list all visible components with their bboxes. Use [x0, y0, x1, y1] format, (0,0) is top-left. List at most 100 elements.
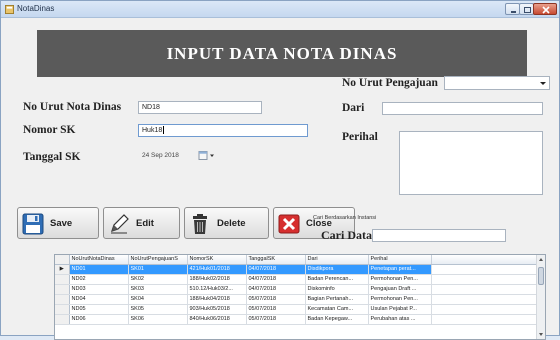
row-filler	[431, 264, 538, 275]
table-cell[interactable]: 04/07/2018	[246, 274, 306, 285]
table-cell[interactable]: SK05	[128, 304, 188, 315]
table-row[interactable]: ND04 SK04 188/Huk04/2018 05/07/2018 Bagi…	[55, 294, 538, 305]
delete-button[interactable]: Delete	[184, 207, 269, 239]
scroll-up-arrow-icon[interactable]	[539, 258, 543, 261]
red-x-icon	[278, 214, 300, 234]
table-cell[interactable]: 903/Huk05/2018	[187, 304, 247, 315]
nomor-sk-label: Nomor SK	[23, 124, 76, 136]
row-filler	[431, 274, 538, 285]
table-cell[interactable]: 05/07/2018	[246, 294, 306, 305]
scrollbar-thumb[interactable]	[538, 267, 544, 285]
vertical-scrollbar[interactable]	[536, 255, 545, 339]
delete-button-label: Delete	[217, 218, 246, 229]
table-row[interactable]: ND05 SK05 903/Huk05/2018 05/07/2018 Keca…	[55, 304, 538, 315]
title-bar[interactable]: NotaDinas	[1, 1, 559, 18]
row-header[interactable]	[55, 314, 70, 325]
table-cell[interactable]: 05/07/2018	[246, 304, 306, 315]
table-cell[interactable]: ND06	[69, 314, 129, 325]
table-cell[interactable]: Perubahan atas ...	[368, 314, 432, 325]
grid-table: NoUrutNotaDinas NoUrutPengajuanS NomorSK…	[55, 255, 538, 325]
column-header[interactable]: NoUrutPengajuanS	[128, 255, 188, 265]
row-filler	[431, 284, 538, 295]
column-header[interactable]: NomorSK	[187, 255, 247, 265]
table-cell[interactable]: 04/07/2018	[246, 264, 306, 275]
edit-button[interactable]: Edit	[103, 207, 180, 239]
table-cell[interactable]: SK03	[128, 284, 188, 295]
minimize-button[interactable]	[505, 3, 520, 15]
nota-dinas-grid[interactable]: NoUrutNotaDinas NoUrutPengajuanS NomorSK…	[54, 254, 546, 340]
table-cell[interactable]: 04/07/2018	[246, 284, 306, 295]
no-urut-pengajuan-label: No Urut Pengajuan	[342, 77, 438, 89]
edit-button-label: Edit	[136, 218, 154, 229]
save-button-label: Save	[50, 218, 73, 229]
search-input[interactable]	[372, 229, 506, 242]
table-cell[interactable]: 05/07/2018	[246, 314, 306, 325]
row-header[interactable]	[55, 294, 70, 305]
column-header[interactable]: Perihal	[368, 255, 432, 265]
table-cell[interactable]: SK01	[128, 264, 188, 275]
trash-bin-icon	[193, 214, 207, 234]
row-filler	[431, 294, 538, 305]
nomor-sk-value: Huk18	[142, 127, 163, 134]
column-header-filler	[431, 255, 538, 265]
perihal-textarea[interactable]	[399, 131, 543, 195]
table-cell[interactable]: Penetapan perat...	[368, 264, 432, 275]
row-filler	[431, 304, 538, 315]
table-cell[interactable]: Kecamatan Cam...	[305, 304, 369, 315]
no-urut-pengajuan-combobox[interactable]	[444, 76, 550, 90]
row-filler	[431, 314, 538, 325]
nomor-sk-field[interactable]: Huk18	[138, 124, 308, 137]
text-caret	[163, 126, 165, 135]
table-cell[interactable]: SK04	[128, 294, 188, 305]
row-header[interactable]	[55, 304, 70, 315]
no-urut-nota-dinas-field[interactable]: ND18	[138, 101, 262, 114]
save-button[interactable]: Save	[17, 207, 99, 239]
table-cell[interactable]: ND05	[69, 304, 129, 315]
search-group-label: Cari Berdasarkan Instansi	[313, 215, 377, 221]
search-group: Cari Data	[313, 223, 545, 249]
chevron-down-icon[interactable]	[540, 82, 546, 85]
form-client-area: INPUT DATA NOTA DINAS No Urut Nota Dinas…	[2, 19, 558, 340]
table-cell[interactable]: Diskominfo	[305, 284, 369, 295]
table-row[interactable]: ND03 SK03 510.12/Huk03/2... 04/07/2018 D…	[55, 284, 538, 295]
table-cell[interactable]: Badan Kepegaw...	[305, 314, 369, 325]
table-cell[interactable]: Permohonan Pen...	[368, 294, 432, 305]
table-cell[interactable]: ND03	[69, 284, 129, 295]
column-header[interactable]: TanggalSK	[246, 255, 306, 265]
tanggal-sk-value: 24 Sep 2018	[142, 152, 179, 159]
header-banner: INPUT DATA NOTA DINAS	[37, 30, 527, 77]
table-cell[interactable]: 421/Huk01/2018	[187, 264, 247, 275]
table-cell[interactable]: 840/Huk06/2018	[187, 314, 247, 325]
app-icon	[5, 5, 14, 14]
table-cell[interactable]: Badan Perencan...	[305, 274, 369, 285]
dari-field[interactable]	[382, 102, 543, 115]
table-cell[interactable]: 188/Huk04/2018	[187, 294, 247, 305]
table-row[interactable]: ▶ ND01 SK01 421/Huk01/2018 04/07/2018 Di…	[55, 264, 538, 275]
search-caption: Cari Data	[321, 228, 372, 242]
maximize-button[interactable]	[519, 3, 534, 15]
tanggal-sk-label: Tanggal SK	[23, 151, 81, 163]
table-cell[interactable]: Permohonan Pen...	[368, 274, 432, 285]
table-cell[interactable]: Pengajuan Draft ...	[368, 284, 432, 295]
table-cell[interactable]: SK06	[128, 314, 188, 325]
table-cell[interactable]: ND01	[69, 264, 129, 275]
table-cell[interactable]: Usulan Pejabat P...	[368, 304, 432, 315]
table-cell[interactable]: SK02	[128, 274, 188, 285]
grid-corner	[55, 255, 70, 265]
table-row[interactable]: ND02 SK02 188/Huk02/2018 04/07/2018 Bada…	[55, 274, 538, 285]
table-row[interactable]: ND06 SK06 840/Huk06/2018 05/07/2018 Bada…	[55, 314, 538, 325]
table-cell[interactable]: Bagian Pertanah...	[305, 294, 369, 305]
table-cell[interactable]: Disdikpora	[305, 264, 369, 275]
close-window-button[interactable]	[533, 3, 557, 15]
table-cell[interactable]: 188/Huk02/2018	[187, 274, 247, 285]
row-header[interactable]	[55, 284, 70, 295]
table-cell[interactable]: ND04	[69, 294, 129, 305]
table-cell[interactable]: 510.12/Huk03/2...	[187, 284, 247, 295]
calendar-dropdown-icon[interactable]	[198, 150, 216, 161]
table-cell[interactable]: ND02	[69, 274, 129, 285]
tanggal-sk-datepicker[interactable]: 24 Sep 2018	[138, 149, 218, 162]
column-header[interactable]: Dari	[305, 255, 369, 265]
column-header[interactable]: NoUrutNotaDinas	[69, 255, 129, 265]
window-title: NotaDinas	[17, 4, 55, 13]
row-header[interactable]	[55, 274, 70, 285]
